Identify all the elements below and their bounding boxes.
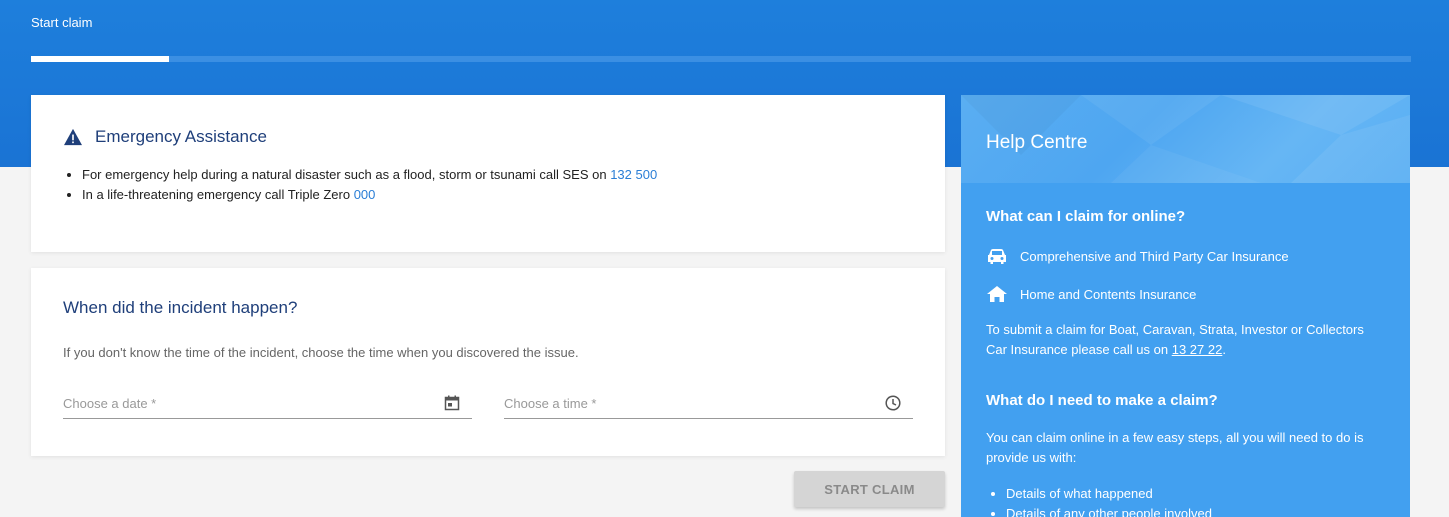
- time-field[interactable]: Choose a time *: [504, 387, 913, 419]
- start-claim-button[interactable]: START CLAIM: [794, 471, 945, 507]
- car-insurance-label: Comprehensive and Third Party Car Insura…: [1020, 248, 1289, 264]
- date-placeholder: Choose a date *: [63, 396, 157, 411]
- warning-icon: [64, 128, 82, 146]
- submit-claim-end: .: [1222, 342, 1226, 357]
- list-item: Details of any other people involved: [1006, 504, 1212, 517]
- time-placeholder: Choose a time *: [504, 396, 597, 411]
- help-question-online: What can I claim for online?: [986, 208, 1186, 225]
- incident-hint: If you don't know the time of the incide…: [63, 345, 579, 360]
- requirements-text: You can claim online in a few easy steps…: [986, 430, 1364, 465]
- help-title: Help Centre: [986, 132, 1088, 153]
- list-item: For emergency help during a natural disa…: [82, 165, 657, 185]
- submit-claim-text: To submit a claim for Boat, Caravan, Str…: [986, 320, 1386, 360]
- ses-phone-link[interactable]: 132 500: [610, 167, 657, 182]
- help-header: Help Centre: [961, 95, 1410, 183]
- car-icon: [988, 249, 1006, 264]
- help-centre-panel: Help Centre What can I claim for online?…: [961, 95, 1410, 517]
- triple-zero-link[interactable]: 000: [354, 187, 376, 202]
- requirements-list: Details of what happened Details of any …: [1006, 484, 1212, 517]
- home-icon: [987, 286, 1007, 302]
- date-field[interactable]: Choose a date *: [63, 387, 472, 419]
- incident-card: When did the incident happen? If you don…: [31, 268, 945, 456]
- emergency-list: For emergency help during a natural disa…: [82, 165, 657, 205]
- help-question-requirements: What do I need to make a claim?: [986, 392, 1218, 409]
- page-title: Start claim: [31, 15, 93, 30]
- list-item: Details of what happened: [1006, 484, 1212, 504]
- progress-bar-fill: [31, 56, 169, 62]
- emergency-item-text: For emergency help during a natural disa…: [82, 167, 611, 182]
- clock-icon[interactable]: [885, 395, 901, 411]
- emergency-item-text: In a life-threatening emergency call Tri…: [82, 187, 354, 202]
- progress-bar: [31, 56, 1411, 62]
- list-item: In a life-threatening emergency call Tri…: [82, 185, 657, 205]
- car-insurance-item: Comprehensive and Third Party Car Insura…: [986, 247, 1289, 265]
- claims-phone-link[interactable]: 13 27 22: [1172, 342, 1223, 357]
- emergency-assistance-card: Emergency Assistance For emergency help …: [31, 95, 945, 252]
- home-insurance-label: Home and Contents Insurance: [1020, 286, 1197, 302]
- emergency-title: Emergency Assistance: [95, 127, 267, 146]
- calendar-icon[interactable]: [444, 395, 460, 411]
- emergency-heading: Emergency Assistance: [63, 127, 267, 147]
- incident-title: When did the incident happen?: [63, 298, 298, 317]
- home-insurance-item: Home and Contents Insurance: [986, 285, 1196, 303]
